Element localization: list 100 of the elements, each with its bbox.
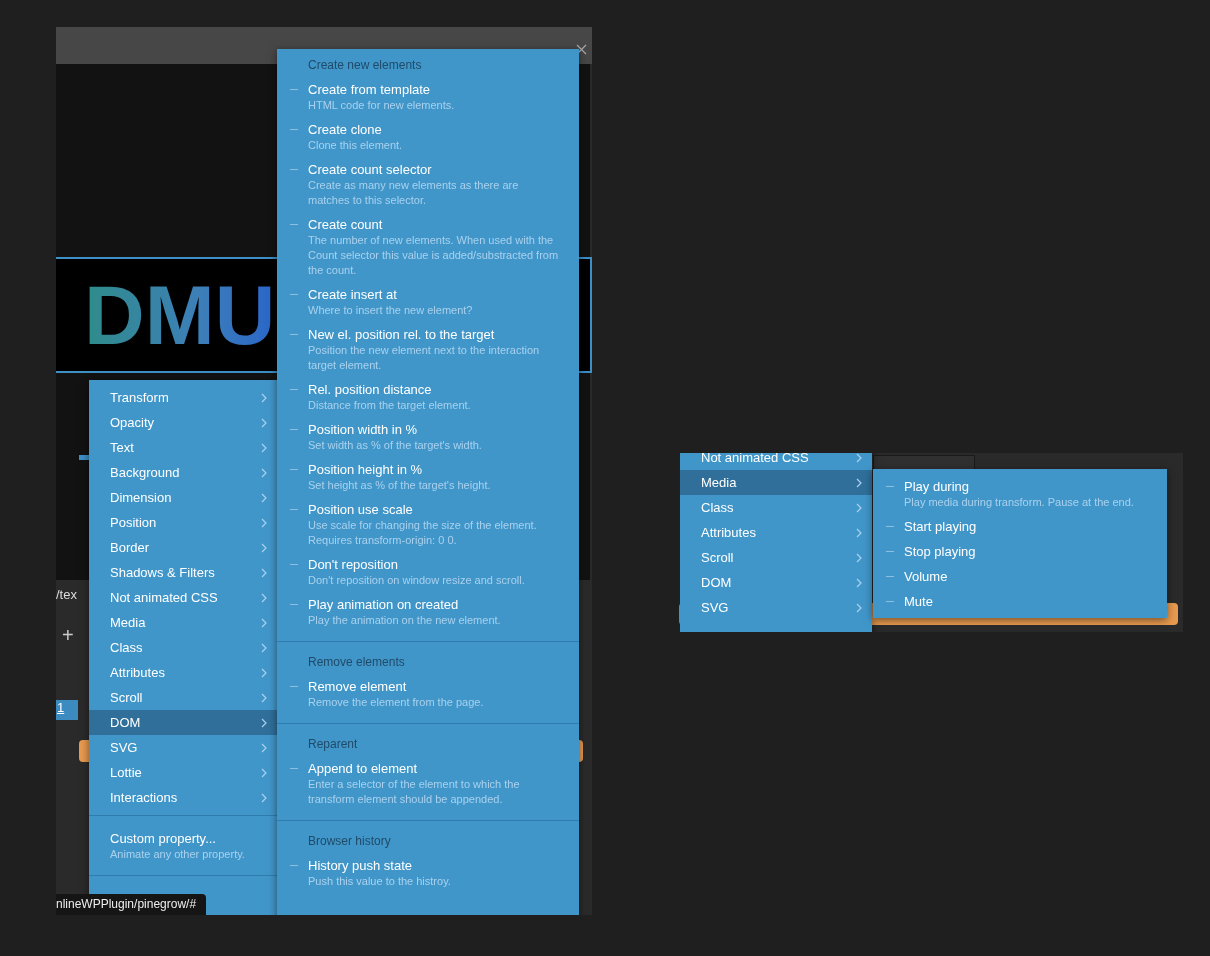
menu-item[interactable]: Class (680, 495, 872, 520)
close-icon[interactable] (576, 44, 587, 55)
chevron-right-icon (856, 552, 862, 563)
option-title[interactable]: Rel. position distance (308, 381, 432, 398)
chevron-right-icon (261, 392, 267, 403)
tab[interactable]: 1 (56, 700, 78, 720)
chevron-right-icon (261, 442, 267, 453)
path-text: /tex (56, 587, 77, 602)
status-url: nlineWPPlugin/pinegrow/# (56, 894, 207, 915)
option-title[interactable]: Start playing (904, 518, 977, 535)
chevron-right-icon (856, 502, 862, 513)
chevron-right-icon (261, 692, 267, 703)
chevron-right-icon (261, 742, 267, 753)
dash-icon (290, 429, 298, 430)
option-description: Set height as % of the target's height. (308, 478, 491, 493)
menu-item[interactable]: Not animated CSS (89, 585, 277, 610)
menu-item[interactable]: Border (89, 535, 277, 560)
option-description: Distance from the target element. (308, 398, 471, 413)
dash-icon (290, 169, 298, 170)
dash-icon (886, 551, 894, 552)
dash-icon (290, 768, 298, 769)
dash-icon (290, 509, 298, 510)
option-description: Don't reposition on window resize and scroll. (308, 573, 525, 588)
dash-icon (886, 576, 894, 577)
menu-item[interactable]: Lottie (89, 760, 277, 785)
option-title[interactable]: Create insert at (308, 286, 397, 303)
menu-item[interactable]: Position (89, 510, 277, 535)
menu-item[interactable]: DOM (680, 570, 872, 595)
menu-item[interactable]: Interactions (89, 785, 277, 810)
option-title[interactable]: History push state (308, 857, 413, 874)
option-description: Play media during transform. Pause at the end. (904, 495, 1134, 510)
option-description: Position the new element next to the interaction target element. (308, 343, 541, 373)
dash-icon (290, 89, 298, 90)
option-title[interactable]: New el. position rel. to the target (308, 326, 495, 343)
option-title[interactable]: Append to element (308, 760, 418, 777)
menu-item[interactable]: Not animated CSS (680, 453, 872, 470)
dash-icon (290, 294, 298, 295)
chevron-right-icon (261, 617, 267, 628)
chevron-right-icon (261, 592, 267, 603)
dash-icon (290, 389, 298, 390)
chevron-right-icon (261, 767, 267, 778)
option-title[interactable]: Play during (904, 478, 970, 495)
menu-item[interactable]: Shadows & Filters (89, 560, 277, 585)
option-title[interactable]: Stop playing (904, 543, 976, 560)
chevron-right-icon (856, 577, 862, 588)
chevron-right-icon (261, 467, 267, 478)
chevron-right-icon (261, 567, 267, 578)
dash-icon (290, 129, 298, 130)
option-title[interactable]: Position width in % (308, 421, 418, 438)
chevron-right-icon (261, 492, 267, 503)
option-description: Animate any other property. (110, 847, 245, 862)
option-title[interactable]: Play animation on created (308, 596, 459, 613)
dash-icon (886, 601, 894, 602)
option-title[interactable]: Remove element (308, 678, 407, 695)
option-description: Clone this element. (308, 138, 403, 153)
chevron-right-icon (261, 667, 267, 678)
option-title[interactable]: Create count (308, 216, 383, 233)
option-description: Play the animation on the new element. (308, 613, 501, 628)
add-button[interactable]: + (62, 624, 74, 647)
menu-item[interactable]: Text (89, 435, 277, 460)
option-title[interactable]: Position height in % (308, 461, 423, 478)
menu-item[interactable]: Scroll (89, 685, 277, 710)
menu-item[interactable]: Background (89, 460, 277, 485)
option-title[interactable]: Position use scale (308, 501, 413, 518)
section-header: Reparent (307, 736, 359, 753)
option-title[interactable]: Create count selector (308, 161, 432, 178)
dash-icon (886, 526, 894, 527)
menu-item[interactable]: DOM (89, 710, 277, 735)
dash-icon (290, 564, 298, 565)
option-description: Enter a selector of the element to which the transform element should be appended. (308, 777, 521, 807)
chevron-right-icon (856, 453, 862, 463)
menu-item[interactable]: Scroll (680, 545, 872, 570)
menu-item[interactable]: Transform (89, 385, 277, 410)
chevron-right-icon (261, 792, 267, 803)
menu-item[interactable]: Class (89, 635, 277, 660)
option-title[interactable]: Don't reposition (308, 556, 398, 573)
option-title[interactable]: Volume (904, 568, 948, 585)
option-title[interactable]: Create from template (308, 81, 431, 98)
option-title[interactable]: Mute (904, 593, 933, 610)
section-header: Create new elements (307, 57, 423, 74)
option-description: HTML code for new elements. (308, 98, 455, 113)
chevron-right-icon (856, 527, 862, 538)
menu-item[interactable]: SVG (680, 595, 872, 620)
option-title[interactable]: Create clone (308, 121, 382, 138)
menu-item[interactable]: Dimension (89, 485, 277, 510)
option-title[interactable]: Custom property... (110, 830, 216, 847)
chevron-right-icon (261, 542, 267, 553)
menu-item[interactable]: SVG (89, 735, 277, 760)
dash-icon (290, 224, 298, 225)
menu-item[interactable]: Media (680, 470, 872, 495)
dash-icon (290, 686, 298, 687)
chevron-right-icon (261, 717, 267, 728)
chevron-right-icon (261, 517, 267, 528)
menu-item[interactable]: Media (89, 610, 277, 635)
menu-item[interactable]: Opacity (89, 410, 277, 435)
menu-item[interactable]: Attributes (89, 660, 277, 685)
menu-item[interactable]: Attributes (680, 520, 872, 545)
chevron-right-icon (856, 477, 862, 488)
dash-icon (290, 469, 298, 470)
dash-icon (886, 486, 894, 487)
